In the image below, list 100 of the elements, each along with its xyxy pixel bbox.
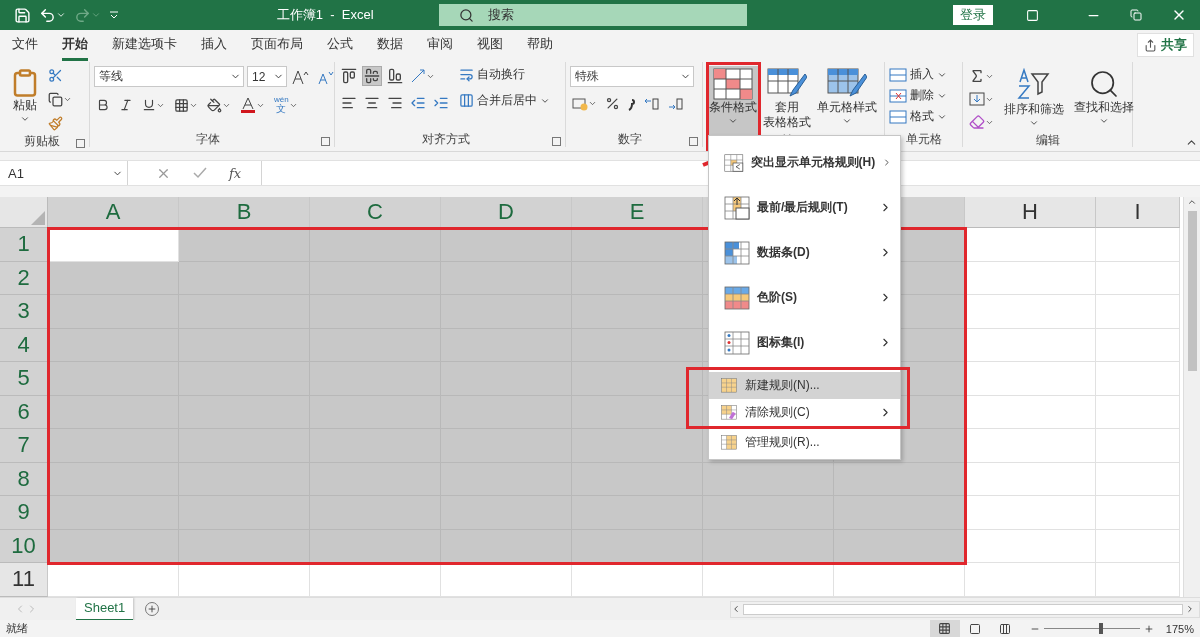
plus-icon (147, 604, 158, 614)
scissors-icon (48, 68, 63, 83)
fill-down-icon (969, 92, 985, 106)
cells-button[interactable]: 插入 (889, 66, 947, 83)
ribbon-tab[interactable]: 帮助 (527, 29, 553, 61)
ribbon-tab[interactable]: 文件 (12, 29, 38, 61)
share-button[interactable]: 共享 (1137, 33, 1194, 57)
row-header[interactable]: 7 (0, 429, 48, 463)
customize-icon[interactable] (109, 10, 119, 20)
bold-icon (96, 98, 110, 112)
row-header[interactable]: 6 (0, 395, 48, 429)
wrap-text-button[interactable]: 自动换行 (459, 66, 525, 83)
align-left-icon (341, 95, 357, 111)
ribbon-tab[interactable]: 新建选项卡 (112, 29, 177, 61)
dialog-launcher-icon[interactable] (321, 136, 330, 146)
cells-icon (889, 67, 907, 82)
column-header[interactable]: H (965, 197, 1096, 228)
column-header[interactable]: I (1096, 197, 1180, 228)
column-header[interactable]: A (48, 197, 179, 228)
dialog-launcher-icon[interactable] (552, 136, 561, 146)
menu-item[interactable]: 最前/最后规则(T) (709, 185, 900, 230)
clear-rules-icon (721, 405, 737, 420)
name-box[interactable]: A1 (0, 161, 128, 185)
sheet-tab[interactable]: Sheet1 (76, 597, 134, 621)
scroll-left-icon (731, 604, 741, 614)
ribbon-tab[interactable]: 公式 (327, 29, 353, 61)
insert-function-button[interactable]: fx (229, 165, 242, 181)
search-icon (1088, 68, 1120, 100)
align-right-icon (387, 95, 403, 111)
vertical-align-button[interactable] (339, 66, 359, 86)
decrease-decimal-icon (668, 96, 684, 111)
menu-item[interactable]: 色阶(S) (709, 275, 900, 320)
menu-item[interactable]: 清除规则(C) (709, 399, 900, 426)
sign-in-button[interactable]: 登录 (952, 5, 993, 25)
row-header[interactable]: 5 (0, 362, 48, 396)
ribbon-tab[interactable]: 开始 (62, 29, 88, 61)
menu-item[interactable]: 管理规则(R)... (709, 429, 900, 456)
decrease-indent-icon (410, 95, 426, 111)
scrollbar-thumb[interactable] (1187, 211, 1197, 371)
dialog-launcher-icon[interactable] (76, 138, 85, 148)
group-label: 单元格 (904, 130, 943, 148)
vertical-align-button[interactable] (385, 66, 405, 86)
ribbon-tab[interactable]: 审阅 (427, 29, 453, 61)
undo-button[interactable] (39, 6, 66, 24)
ribbon-tab[interactable]: 视图 (477, 29, 503, 61)
cells-button[interactable]: 格式 (889, 108, 947, 125)
column-header[interactable]: D (441, 197, 572, 228)
ribbon-tab[interactable]: 数据 (377, 29, 403, 61)
menu-item[interactable]: 新建规则(N)... (709, 372, 900, 399)
table-style-icon (766, 68, 807, 100)
phonetic-text: wén (274, 96, 289, 104)
sort-filter-button[interactable]: 排序和筛选 (1002, 66, 1066, 132)
grow-font-icon (292, 68, 310, 85)
row-header[interactable]: 8 (0, 462, 48, 496)
align-icon (341, 68, 357, 84)
column-header[interactable]: C (310, 197, 441, 228)
table-icon (713, 68, 754, 100)
column-header[interactable]: E (572, 197, 703, 228)
align-icon (387, 68, 403, 84)
column-label: I (1134, 199, 1141, 225)
currency-icon (572, 96, 588, 111)
vertical-scrollbar[interactable] (1183, 197, 1200, 597)
merge-center-button[interactable]: 合并后居中 (459, 92, 550, 109)
find-select-button[interactable]: 查找和选择 (1072, 66, 1136, 132)
paste-button[interactable]: 粘贴 (8, 66, 42, 133)
menu-item[interactable]: 数据条(D) (709, 230, 900, 275)
increase-decimal-icon (644, 96, 660, 111)
cell-style-icon (826, 68, 867, 100)
row-header[interactable]: 2 (0, 261, 48, 295)
format-painter-button[interactable] (46, 114, 65, 133)
font-size-field[interactable]: 12 (247, 66, 287, 87)
menu-item[interactable]: 图标集(I) (709, 320, 900, 365)
row-header[interactable]: 10 (0, 529, 48, 563)
row-header[interactable]: 9 (0, 496, 48, 530)
enter-icon[interactable] (193, 167, 207, 179)
cells-button[interactable]: 删除 (889, 87, 947, 104)
search-field[interactable]: 搜索 (439, 4, 747, 26)
number-format-field[interactable]: 特殊 (570, 66, 694, 87)
save-icon[interactable] (14, 6, 31, 24)
column-label: D (498, 199, 514, 225)
column-header[interactable]: B (179, 197, 310, 228)
horizontal-scrollbar[interactable] (730, 600, 1200, 618)
ribbon-tab[interactable]: 插入 (201, 29, 227, 61)
align-center-icon (364, 95, 380, 111)
row-header[interactable]: 11 (0, 563, 48, 597)
font-field[interactable]: 等线 (94, 66, 244, 87)
column-label: B (236, 199, 252, 225)
dialog-launcher-icon[interactable] (689, 136, 698, 146)
row-header[interactable]: 3 (0, 295, 48, 329)
zoom-in-icon[interactable] (1143, 623, 1154, 634)
ribbon-tab[interactable]: 页面布局 (251, 29, 303, 61)
border-icon (174, 97, 189, 113)
normal-view-button[interactable] (929, 620, 960, 637)
share-icon (1144, 38, 1157, 52)
phonetic-guide-button[interactable]: wén 文 (272, 94, 300, 116)
manage-rules-icon (721, 435, 737, 450)
row-header[interactable]: 1 (0, 228, 48, 262)
vertical-align-button[interactable] (362, 66, 382, 86)
row-header[interactable]: 4 (0, 328, 48, 362)
top-bottom-rules-icon (724, 195, 750, 220)
